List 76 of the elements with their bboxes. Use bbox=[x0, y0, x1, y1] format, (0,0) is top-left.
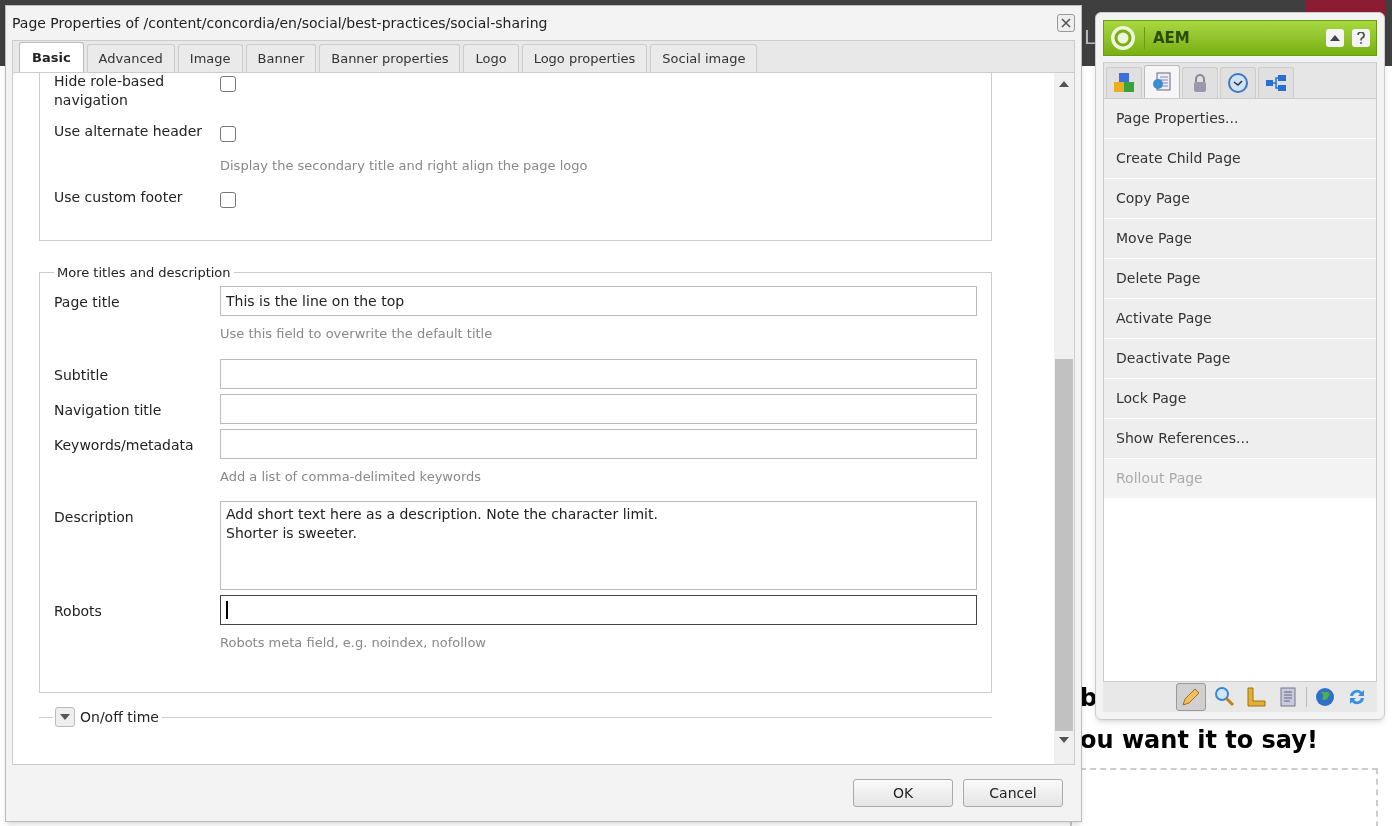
input-field[interactable] bbox=[220, 358, 977, 389]
input-field[interactable]: This is the line on the top bbox=[220, 286, 977, 316]
menu-item[interactable]: Lock Page bbox=[1104, 379, 1376, 419]
toolbar-button[interactable] bbox=[1176, 683, 1206, 711]
logo-icon bbox=[1110, 25, 1136, 51]
scroll-up-icon bbox=[1059, 81, 1069, 87]
field-label: Navigation title bbox=[54, 400, 163, 420]
page-heading: b bbox=[1080, 683, 1098, 714]
pencil-icon bbox=[1180, 686, 1202, 708]
cubes-icon bbox=[1113, 72, 1135, 94]
close-icon bbox=[1061, 18, 1071, 28]
tab[interactable]: Banner bbox=[245, 44, 317, 72]
dialog-button[interactable]: Cancel bbox=[963, 779, 1063, 807]
sidekick-tab[interactable] bbox=[1106, 67, 1142, 98]
field-label: Subtitle bbox=[54, 365, 110, 385]
document-icon bbox=[1277, 686, 1299, 708]
expand-button[interactable] bbox=[55, 707, 75, 727]
menu-item[interactable]: Move Page bbox=[1104, 219, 1376, 259]
tab[interactable]: Logo bbox=[463, 44, 519, 72]
sidekick-tab[interactable] bbox=[1144, 65, 1180, 98]
field-hint: Robots meta field, e.g. noindex, nofollow bbox=[220, 634, 487, 652]
tab[interactable]: Banner properties bbox=[319, 44, 461, 72]
menu-item[interactable]: Delete Page bbox=[1104, 259, 1376, 299]
input-field[interactable] bbox=[220, 595, 977, 625]
text-cursor bbox=[226, 601, 228, 619]
help-button[interactable] bbox=[1352, 29, 1370, 47]
sidekick-tab[interactable] bbox=[1258, 67, 1294, 98]
field-label: Use alternate header bbox=[54, 122, 203, 141]
dialog-title: Page Properties of /content/concordia/en/social/best-practices/social-sharing bbox=[12, 13, 548, 33]
search-icon bbox=[1213, 686, 1235, 708]
menu-item[interactable]: Deactivate Page bbox=[1104, 339, 1376, 379]
sidekick-tab[interactable] bbox=[1182, 67, 1218, 98]
field-label: Hide role-based navigation bbox=[54, 73, 166, 110]
menu-item[interactable]: Page Properties... bbox=[1104, 99, 1376, 139]
scroll-down-icon bbox=[1059, 737, 1069, 743]
description-field[interactable]: Add short text here as a description. Note the character limit. Shorter is sweeter. bbox=[220, 501, 977, 590]
checkbox[interactable] bbox=[220, 126, 236, 142]
collapse-button[interactable] bbox=[1326, 29, 1344, 47]
tab[interactable]: Logo properties bbox=[521, 44, 648, 72]
tab[interactable]: Advanced bbox=[86, 44, 175, 72]
menu-item[interactable]: Activate Page bbox=[1104, 299, 1376, 339]
field-hint: Add a list of comma-delimited keywords bbox=[220, 467, 483, 486]
checkbox[interactable] bbox=[220, 191, 236, 208]
section-legend: On/off time bbox=[77, 706, 162, 728]
dialog-button[interactable]: OK bbox=[853, 779, 953, 807]
help-icon bbox=[1357, 32, 1365, 44]
globe-icon bbox=[1314, 686, 1336, 708]
field-label: Page title bbox=[54, 293, 121, 312]
field-label: Keywords/metadata bbox=[54, 435, 195, 455]
page-globe-icon bbox=[1151, 71, 1173, 93]
field-label: Description bbox=[54, 508, 135, 527]
page-subheading: ou want it to say! bbox=[1080, 725, 1318, 756]
scrollbar[interactable] bbox=[1054, 73, 1074, 764]
close-button[interactable] bbox=[1057, 14, 1075, 32]
tab[interactable]: Social image bbox=[650, 44, 758, 72]
menu-item[interactable]: Show References... bbox=[1104, 419, 1376, 459]
clock-icon bbox=[1227, 72, 1249, 94]
sidekick-title: AEM bbox=[1153, 27, 1191, 49]
tab[interactable]: Image bbox=[177, 44, 243, 72]
checkbox[interactable] bbox=[220, 76, 236, 92]
field-hint: Use this field to overwrite the default title bbox=[220, 325, 494, 343]
ruler-icon bbox=[1245, 686, 1267, 708]
header-text: L bbox=[1084, 24, 1096, 51]
input-field[interactable] bbox=[220, 428, 977, 459]
input-field[interactable] bbox=[220, 393, 977, 424]
menu-item[interactable]: Copy Page bbox=[1104, 179, 1376, 219]
section-legend: More titles and description bbox=[54, 262, 234, 282]
field-label: Use custom footer bbox=[54, 187, 184, 207]
field-hint: Display the secondary title and right align the page logo bbox=[220, 157, 588, 175]
sidekick-tab[interactable] bbox=[1220, 67, 1256, 98]
menu-item[interactable]: Create Child Page bbox=[1104, 139, 1376, 179]
tab[interactable]: Basic bbox=[19, 42, 84, 72]
hierarchy-icon bbox=[1265, 72, 1287, 94]
collapse-icon bbox=[1330, 35, 1340, 41]
field-label: Robots bbox=[54, 602, 103, 621]
expand-icon bbox=[60, 714, 70, 720]
